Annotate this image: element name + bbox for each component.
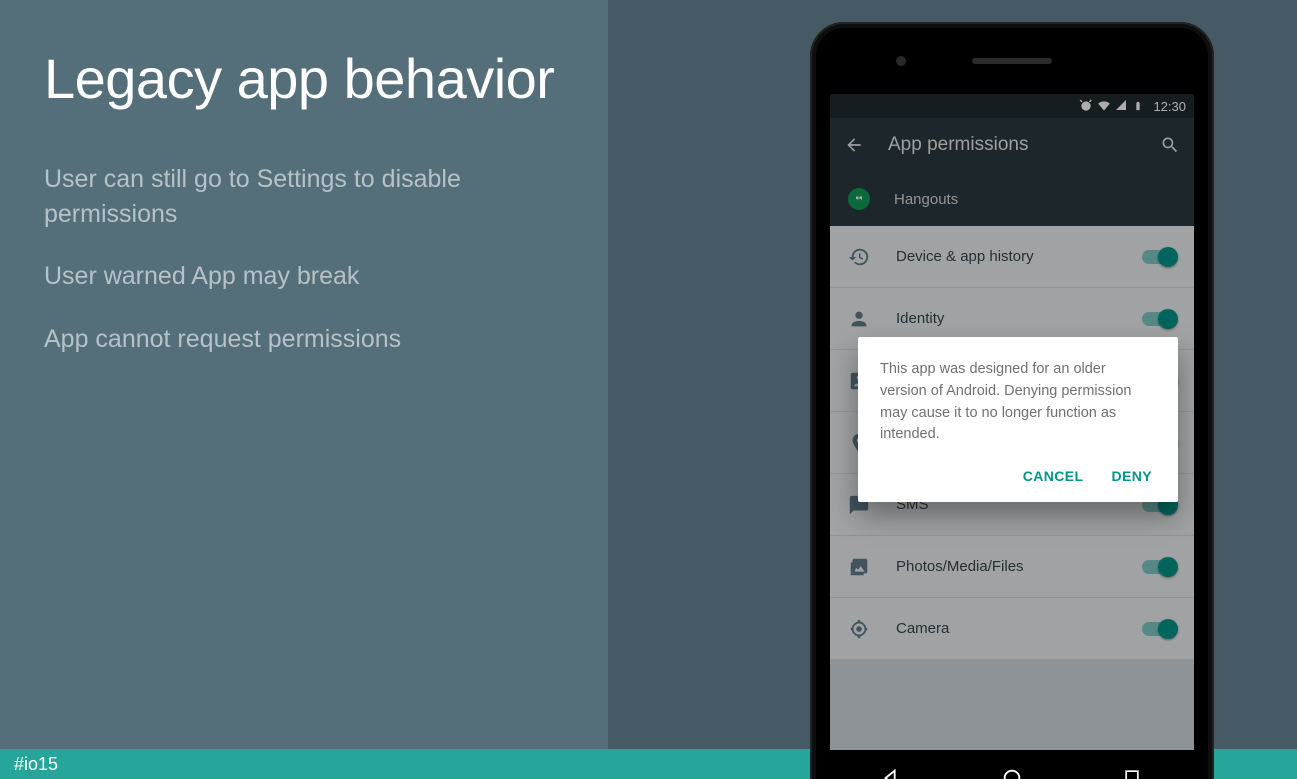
left-pane: Legacy app behavior User can still go to… [0, 0, 608, 749]
slide-title: Legacy app behavior [44, 44, 564, 114]
phone-inner: 12:30 App permissions [816, 28, 1208, 779]
camera-dot [896, 56, 906, 66]
phone-screen: 12:30 App permissions [830, 94, 1194, 750]
speaker-slot [972, 58, 1052, 64]
bullet-item: App cannot request permissions [44, 322, 564, 357]
bullet-item: User warned App may break [44, 259, 564, 294]
dialog-message: This app was designed for an older versi… [880, 359, 1156, 446]
phone-frame: 12:30 App permissions [810, 22, 1214, 779]
nav-back-icon[interactable] [880, 767, 902, 779]
deny-button[interactable]: DENY [1112, 468, 1153, 484]
cancel-button[interactable]: CANCEL [1023, 468, 1084, 484]
warning-dialog: This app was designed for an older versi… [858, 337, 1178, 502]
phone-nav-bar [830, 754, 1194, 779]
nav-home-icon[interactable] [1001, 767, 1023, 779]
right-pane: 12:30 App permissions [608, 0, 1297, 749]
footer-hashtag: #io15 [14, 754, 58, 774]
bullet-item: User can still go to Settings to disable… [44, 162, 564, 231]
nav-recent-icon[interactable] [1122, 767, 1144, 779]
slide-stage: Legacy app behavior User can still go to… [0, 0, 1297, 749]
speaker-area [816, 28, 1208, 94]
dialog-actions: CANCEL DENY [880, 468, 1156, 490]
